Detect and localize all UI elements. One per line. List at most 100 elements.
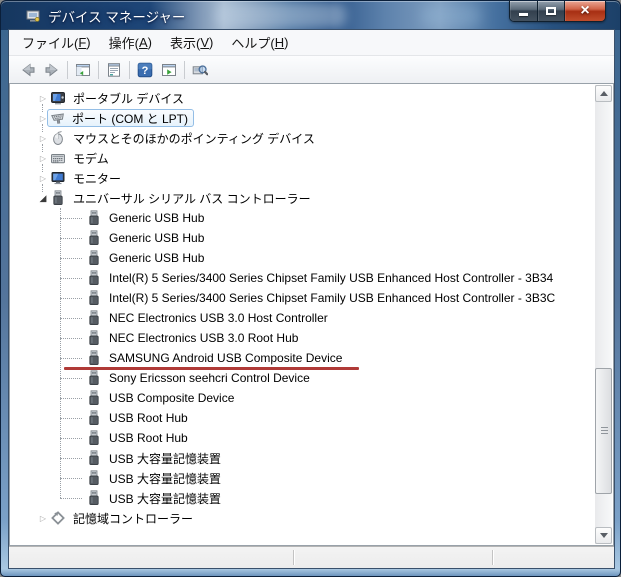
menu-help[interactable]: ヘルプ(H)	[222, 32, 297, 54]
tree-item-label: Sony Ericsson seehcri Control Device	[109, 371, 310, 385]
aero-glass-reflection	[216, 3, 346, 28]
tree-item-label: USB 大容量記憶装置	[109, 491, 222, 506]
tree-item-sony-ericsson-seehcri[interactable]: Sony Ericsson seehcri Control Device	[11, 368, 595, 388]
chevron-right-icon[interactable]: ▷	[36, 514, 50, 523]
window-controls: ×	[509, 1, 606, 22]
tree-item-label: ユニバーサル シリアル バス コントローラー	[73, 191, 311, 206]
scroll-down-button[interactable]	[595, 527, 612, 544]
scrollbar-thumb[interactable]	[595, 368, 612, 494]
tree-item-usb-root-hub-2[interactable]: USB Root Hub	[11, 428, 595, 448]
tree-item-modems[interactable]: ▷ モデム	[11, 148, 595, 172]
tree-item-generic-usb-hub-1[interactable]: Generic USB Hub	[11, 208, 595, 228]
toolbar-separator	[184, 60, 185, 79]
mouse-icon	[50, 130, 66, 146]
tree-item-label: USB 大容量記憶装置	[109, 451, 222, 466]
tree-item-label: SAMSUNG Android USB Composite Device	[109, 351, 343, 365]
scan-hardware-icon	[192, 62, 208, 78]
usb-icon	[86, 370, 102, 386]
usb-icon	[86, 430, 102, 446]
tree-item-usb-mass-storage-1[interactable]: USB 大容量記憶装置	[11, 448, 595, 468]
vertical-scrollbar[interactable]	[595, 85, 612, 544]
tree-item-label: NEC Electronics USB 3.0 Host Controller	[109, 311, 328, 325]
tree-item-label: USB Composite Device	[109, 391, 235, 405]
scroll-up-button[interactable]	[595, 85, 612, 102]
usb-icon	[86, 410, 102, 426]
tree-item-usb-composite-device[interactable]: USB Composite Device	[11, 388, 595, 408]
menu-view[interactable]: 表示(V)	[161, 32, 222, 54]
tree-item-nec-usb3-root-hub[interactable]: NEC Electronics USB 3.0 Root Hub	[11, 328, 595, 348]
tree-item-nec-usb3-host-controller[interactable]: NEC Electronics USB 3.0 Host Controller	[11, 308, 595, 328]
status-bar	[9, 546, 614, 568]
storage-controller-icon	[50, 510, 66, 526]
usb-icon	[86, 350, 102, 366]
monitor-icon	[50, 170, 66, 186]
tree-item-monitors[interactable]: ▷ モニター	[11, 168, 595, 192]
tree-item-usb-mass-storage-3[interactable]: USB 大容量記憶装置	[11, 488, 595, 508]
window-title: デバイス マネージャー	[48, 9, 186, 25]
chevron-right-icon[interactable]: ▷	[36, 134, 50, 143]
maximize-button[interactable]	[538, 1, 565, 21]
tree-item-generic-usb-hub-3[interactable]: Generic USB Hub	[11, 248, 595, 268]
status-divider	[293, 550, 294, 565]
usb-icon	[86, 470, 102, 486]
serial-port-icon	[50, 110, 66, 126]
tree-item-label: 記憶域コントローラー	[73, 511, 194, 526]
usb-icon	[86, 210, 102, 226]
device-tree: ▷ ポータブル デバイス ▷ ポート (COM と LPT) ▷ マウスとそのほ…	[11, 85, 595, 544]
tree-item-ports-com-lpt[interactable]: ▷ ポート (COM と LPT)	[11, 108, 595, 132]
menu-action[interactable]: 操作(A)	[100, 32, 161, 54]
tree-item-usb-root-hub-1[interactable]: USB Root Hub	[11, 408, 595, 428]
chevron-right-icon[interactable]: ▷	[36, 94, 50, 103]
tree-item-intel-usb-host-3b3c[interactable]: Intel(R) 5 Series/3400 Series Chipset Fa…	[11, 288, 595, 308]
tree-item-label: マウスとそのほかのポインティング デバイス	[73, 131, 315, 146]
modem-icon	[50, 150, 66, 166]
chevron-expanded-icon[interactable]: ◢	[36, 193, 50, 204]
forward-button[interactable]	[40, 59, 64, 81]
device-manager-app-icon	[25, 8, 41, 24]
usb-icon	[86, 310, 102, 326]
tree-item-label: ポート (COM と LPT)	[72, 111, 188, 126]
tree-item-label: Generic USB Hub	[109, 231, 205, 245]
toolbar	[9, 56, 614, 83]
toolbar-separator	[67, 60, 68, 79]
device-manager-window: デバイス マネージャー × ファイル(F) 操作(A) 表示(V) ヘルプ(H)	[0, 0, 621, 577]
minimize-button[interactable]	[510, 1, 538, 21]
tree-item-mice-pointing-devices[interactable]: ▷ マウスとそのほかのポインティング デバイス	[11, 128, 595, 152]
close-button[interactable]: ×	[565, 1, 605, 21]
tree-item-generic-usb-hub-2[interactable]: Generic USB Hub	[11, 228, 595, 248]
tree-item-samsung-android-usb-composite[interactable]: SAMSUNG Android USB Composite Device	[11, 348, 595, 368]
scan-hardware-changes-button[interactable]	[188, 59, 212, 81]
tree-item-label: Generic USB Hub	[109, 211, 205, 225]
usb-icon	[86, 250, 102, 266]
properties-button[interactable]	[102, 59, 126, 81]
tree-item-label: Generic USB Hub	[109, 251, 205, 265]
tree-item-label: ポータブル デバイス	[73, 91, 184, 106]
tree-item-label: Intel(R) 5 Series/3400 Series Chipset Fa…	[109, 291, 556, 305]
help-button[interactable]	[133, 59, 157, 81]
forward-icon	[43, 61, 61, 79]
title-bar[interactable]: デバイス マネージャー ×	[1, 1, 620, 30]
usb-icon	[86, 230, 102, 246]
tree-item-intel-usb-host-3b34[interactable]: Intel(R) 5 Series/3400 Series Chipset Fa…	[11, 268, 595, 288]
back-button[interactable]	[16, 59, 40, 81]
properties-icon	[106, 62, 122, 78]
arrow-down-icon	[599, 533, 608, 538]
chevron-right-icon[interactable]: ▷	[36, 174, 50, 183]
tree-item-usb-mass-storage-2[interactable]: USB 大容量記憶装置	[11, 468, 595, 488]
show-console-tree-button[interactable]	[71, 59, 95, 81]
aero-glass-reflection	[421, 5, 481, 27]
client-area: ファイル(F) 操作(A) 表示(V) ヘルプ(H) ▷ ポータブル デ…	[9, 30, 614, 568]
tree-item-usb-controllers[interactable]: ◢ ユニバーサル シリアル バス コントローラー	[11, 188, 595, 208]
help-icon	[137, 62, 153, 78]
toolbar-separator	[129, 60, 130, 79]
red-underline-annotation	[64, 367, 359, 370]
console-tree-icon	[75, 62, 91, 78]
tree-item-storage-controllers[interactable]: ▷ 記憶域コントローラー	[11, 508, 595, 528]
chevron-right-icon[interactable]: ▷	[36, 154, 50, 163]
status-divider	[492, 550, 493, 565]
usb-icon	[86, 330, 102, 346]
tree-item-portable-devices[interactable]: ▷ ポータブル デバイス	[11, 88, 595, 112]
menu-file[interactable]: ファイル(F)	[13, 32, 100, 54]
action-pane-button[interactable]	[157, 59, 181, 81]
usb-icon	[86, 450, 102, 466]
